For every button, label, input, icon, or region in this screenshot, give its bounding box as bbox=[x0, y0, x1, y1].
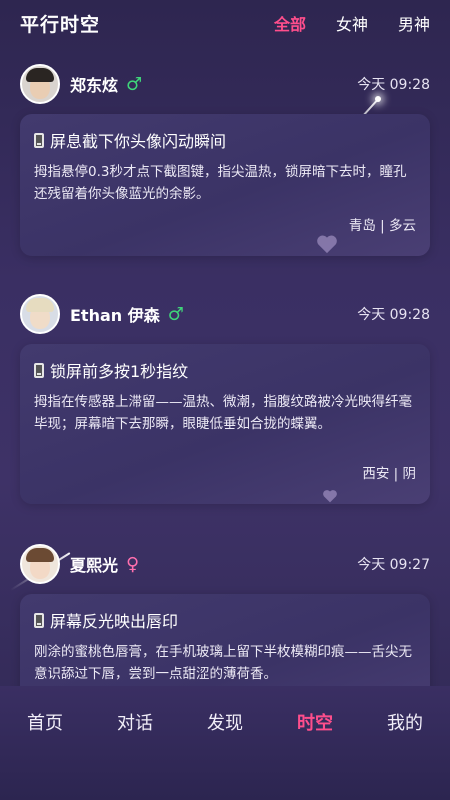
post-item: 夏熙光 ♀ 今天 09:27 屏幕反光映出唇印 刚涂的蜜桃色唇膏，在手机玻璃上留… bbox=[0, 534, 450, 686]
author-name[interactable]: 郑东炫 bbox=[70, 72, 118, 96]
post-card[interactable]: 锁屏前多按1秒指纹 拇指在传感器上滞留——温热、微潮，指腹纹路被冷光映得纤毫毕现… bbox=[20, 344, 430, 504]
mobile-phone-icon bbox=[34, 362, 44, 378]
post-time: 今天 09:27 bbox=[357, 557, 430, 573]
post-title: 屏幕反光映出唇印 bbox=[34, 608, 416, 632]
moments-feed: 郑东炫 ♂ 今天 09:28 屏息截下你头像闪动瞬间 拇指悬停0.3秒才点下截图… bbox=[0, 46, 450, 686]
nav-item-chat[interactable]: 对话 bbox=[90, 686, 180, 758]
post-body: 拇指悬停0.3秒才点下截图键，指尖温热，锁屏暗下去时，瞳孔还残留着你头像蓝光的余… bbox=[34, 164, 407, 202]
post-title-text: 锁屏前多按1秒指纹 bbox=[50, 362, 189, 381]
post-location: 西安 | 阴 bbox=[362, 466, 416, 482]
post-header: 夏熙光 ♀ 今天 09:27 bbox=[0, 534, 450, 594]
avatar[interactable] bbox=[20, 544, 60, 584]
post-body: 刚涂的蜜桃色唇膏，在手机玻璃上留下半枚模糊印痕——舌尖无意识舔过下唇，尝到一点甜… bbox=[34, 644, 412, 682]
post-body: 拇指在传感器上滞留——温热、微潮，指腹纹路被冷光映得纤毫毕现；屏幕暗下去那瞬，眼… bbox=[34, 394, 412, 432]
bottom-nav-row: 首页 对话 发现 时空 我的 bbox=[0, 686, 450, 758]
post-time: 今天 09:28 bbox=[357, 77, 430, 93]
bottom-nav: 首页 对话 发现 时空 我的 bbox=[0, 686, 450, 800]
female-symbol-icon: ♀ bbox=[126, 553, 140, 575]
top-header: 平行时空 全部 女神 男神 bbox=[0, 0, 450, 46]
filter-tab-goddess[interactable]: 女神 bbox=[336, 11, 368, 35]
post-title: 锁屏前多按1秒指纹 bbox=[34, 358, 416, 382]
mobile-phone-icon bbox=[34, 132, 44, 148]
post-location: 青岛 | 多云 bbox=[348, 218, 416, 234]
post-title: 屏息截下你头像闪动瞬间 bbox=[34, 128, 416, 152]
post-card[interactable]: 屏息截下你头像闪动瞬间 拇指悬停0.3秒才点下截图键，指尖温热，锁屏暗下去时，瞳… bbox=[20, 114, 430, 256]
avatar[interactable] bbox=[20, 64, 60, 104]
filter-tab-god[interactable]: 男神 bbox=[398, 11, 430, 35]
app-title: 平行时空 bbox=[20, 13, 101, 36]
nav-item-discover[interactable]: 发现 bbox=[180, 686, 270, 758]
post-title-text: 屏息截下你头像闪动瞬间 bbox=[50, 132, 227, 151]
app-root: 平行时空 全部 女神 男神 郑东炫 ♂ 今天 09:28 屏息截下你头像闪动瞬间… bbox=[0, 0, 450, 800]
mobile-phone-icon bbox=[34, 612, 44, 628]
author-name[interactable]: 夏熙光 bbox=[70, 552, 118, 576]
male-symbol-icon: ♂ bbox=[126, 73, 143, 95]
post-item: Ethan 伊森 ♂ 今天 09:28 锁屏前多按1秒指纹 拇指在传感器上滞留—… bbox=[0, 284, 450, 504]
nav-item-timespace[interactable]: 时空 bbox=[270, 686, 360, 758]
filter-tab-all[interactable]: 全部 bbox=[274, 11, 306, 35]
heart-icon bbox=[322, 488, 338, 503]
heart-icon bbox=[316, 234, 338, 254]
filter-tabs: 全部 女神 男神 bbox=[274, 11, 430, 35]
post-card[interactable]: 屏幕反光映出唇印 刚涂的蜜桃色唇膏，在手机玻璃上留下半枚模糊印痕——舌尖无意识舔… bbox=[20, 594, 430, 686]
post-header: 郑东炫 ♂ 今天 09:28 bbox=[0, 54, 450, 114]
male-symbol-icon: ♂ bbox=[167, 303, 184, 325]
avatar[interactable] bbox=[20, 294, 60, 334]
post-item: 郑东炫 ♂ 今天 09:28 屏息截下你头像闪动瞬间 拇指悬停0.3秒才点下截图… bbox=[0, 54, 450, 256]
post-title-text: 屏幕反光映出唇印 bbox=[50, 612, 179, 631]
author-name[interactable]: Ethan 伊森 bbox=[70, 302, 160, 326]
post-time: 今天 09:28 bbox=[357, 307, 430, 323]
nav-item-home[interactable]: 首页 bbox=[0, 686, 90, 758]
post-header: Ethan 伊森 ♂ 今天 09:28 bbox=[0, 284, 450, 344]
nav-item-me[interactable]: 我的 bbox=[360, 686, 450, 758]
